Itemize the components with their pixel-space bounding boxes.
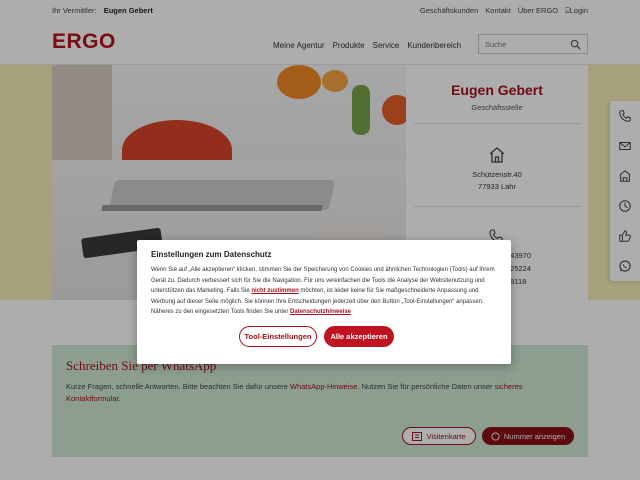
nicht-zustimmen-link[interactable]: nicht zustimmen	[251, 288, 298, 294]
datenschutzhinweise-link[interactable]: Datenschutzhinweise	[290, 309, 351, 315]
privacy-dialog-text: Wenn Sie auf „Alle akzeptieren“ klicken,…	[151, 265, 501, 318]
accept-all-button[interactable]: Alle akzeptieren	[324, 326, 394, 347]
privacy-dialog: Einstellungen zum Datenschutz Wenn Sie a…	[137, 240, 511, 364]
tool-settings-button[interactable]: Tool-Einstellungen	[239, 326, 317, 347]
privacy-dialog-title: Einstellungen zum Datenschutz	[151, 250, 272, 259]
